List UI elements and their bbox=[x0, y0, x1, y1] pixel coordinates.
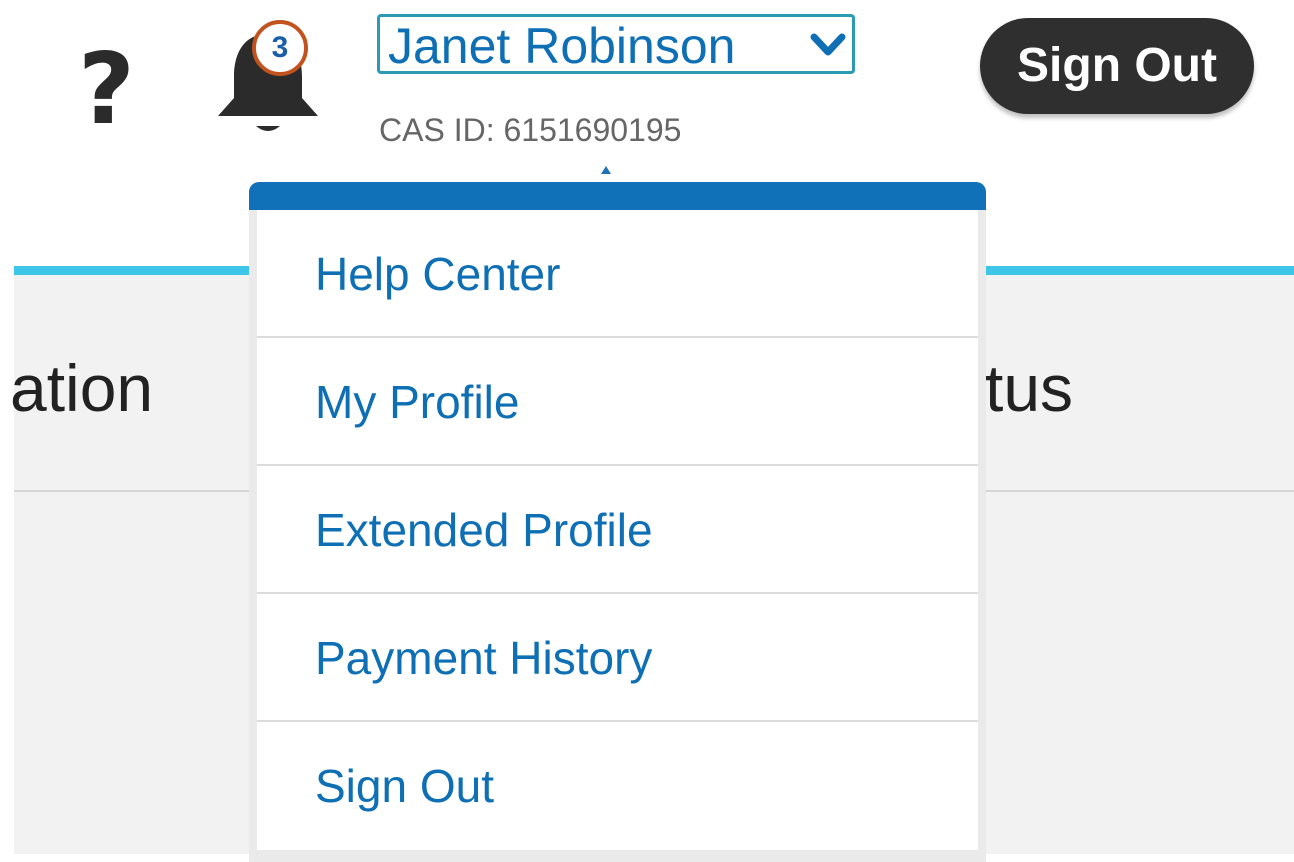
help-icon[interactable]: ? bbox=[78, 40, 135, 140]
notifications-button[interactable]: 3 bbox=[212, 18, 324, 138]
user-name: Janet Robinson bbox=[388, 18, 736, 74]
tab-right-partial[interactable]: tus bbox=[985, 350, 1073, 426]
cas-id: CAS ID: 6151690195 bbox=[379, 112, 682, 148]
menu-item-label: My Profile bbox=[315, 376, 520, 428]
dropdown-caret bbox=[601, 166, 611, 174]
menu-item-label: Payment History bbox=[315, 632, 653, 684]
chevron-down-icon bbox=[810, 33, 846, 56]
menu-item-payment-history[interactable]: Payment History bbox=[257, 594, 978, 722]
dropdown-header-strip bbox=[249, 182, 986, 210]
menu-item-help-center[interactable]: Help Center bbox=[257, 210, 978, 338]
user-dropdown-menu: Help Center My Profile Extended Profile … bbox=[249, 182, 986, 862]
notification-count-badge: 3 bbox=[252, 20, 308, 76]
menu-item-label: Sign Out bbox=[315, 760, 494, 812]
tab-left-partial[interactable]: ation bbox=[10, 350, 153, 426]
menu-item-extended-profile[interactable]: Extended Profile bbox=[257, 466, 978, 594]
menu-item-label: Help Center bbox=[315, 248, 561, 300]
menu-item-label: Extended Profile bbox=[315, 504, 653, 556]
dropdown-list: Help Center My Profile Extended Profile … bbox=[257, 210, 978, 850]
user-menu-toggle[interactable]: Janet Robinson bbox=[377, 14, 855, 74]
sign-out-button[interactable]: Sign Out bbox=[980, 18, 1254, 114]
menu-item-sign-out[interactable]: Sign Out bbox=[257, 722, 978, 850]
menu-item-my-profile[interactable]: My Profile bbox=[257, 338, 978, 466]
